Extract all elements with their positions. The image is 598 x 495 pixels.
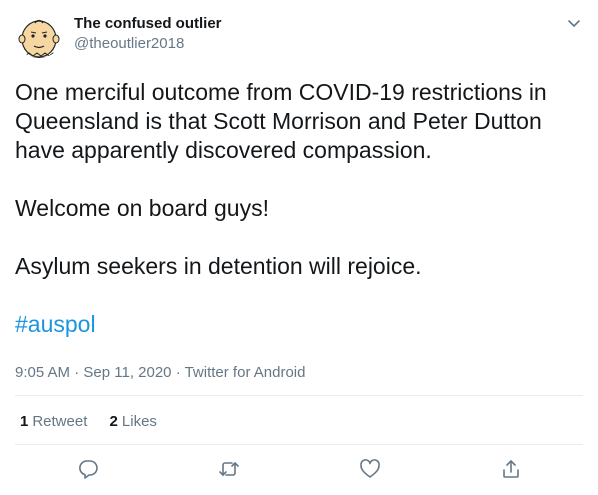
divider [15,395,583,396]
tweet-text: One merciful outcome from COVID-19 restr… [15,78,583,339]
author-handle[interactable]: @theoutlier2018 [74,35,184,53]
retweets-stat[interactable]: 1 Retweet [20,413,87,431]
author-name[interactable]: The confused outlier [74,15,222,33]
chevron-down-icon[interactable] [565,14,583,32]
likes-stat[interactable]: 2 Likes [110,413,157,431]
tweet-actions [0,458,598,482]
likes-count: 2 [109,413,118,430]
hashtag-link[interactable]: #auspol [15,311,96,337]
tweet-source[interactable]: Twitter for Android [185,364,306,381]
meta-separator: · [70,364,84,381]
tweet-paragraph: Welcome on board guys! [15,195,269,221]
cartoon-face-avatar-icon [15,10,63,58]
retweet-icon[interactable] [218,458,240,480]
divider [15,444,583,445]
retweets-count: 1 [20,413,29,430]
share-icon[interactable] [500,458,522,480]
retweets-label: Retweet [32,413,88,430]
meta-separator: · [171,364,185,381]
tweet-time[interactable]: 9:05 AM [15,364,70,381]
tweet-paragraph: One merciful outcome from COVID-19 restr… [15,79,547,163]
avatar[interactable] [15,10,63,58]
tweet-stats: 1 Retweet 2 Likes [20,413,175,431]
heart-icon[interactable] [359,458,381,480]
tweet-date[interactable]: Sep 11, 2020 [83,364,171,381]
tweet-meta: 9:05 AM · Sep 11, 2020 · Twitter for And… [15,364,305,382]
likes-label: Likes [121,413,157,430]
tweet-paragraph: Asylum seekers in detention will rejoice… [15,253,422,279]
reply-icon[interactable] [77,458,99,480]
